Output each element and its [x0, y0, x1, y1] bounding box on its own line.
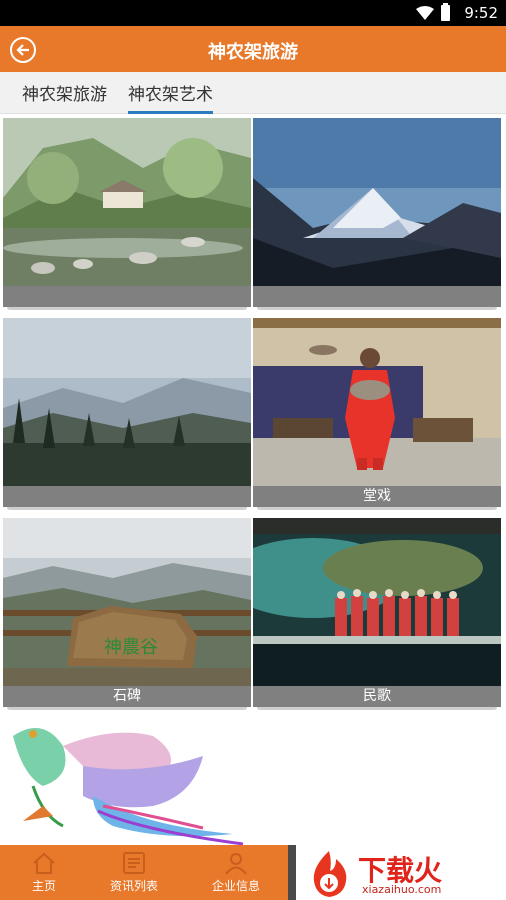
- card-shadow: [257, 507, 497, 510]
- nav-home-label: 主页: [31, 879, 56, 893]
- tab-shennongjia-art[interactable]: 神农架艺术: [128, 80, 213, 114]
- tab-bar: 神农架旅游 神农架艺术: [0, 72, 506, 114]
- gallery-caption: 堂戏: [253, 486, 501, 507]
- page-title: 神农架旅游: [208, 42, 298, 63]
- phoenix-artwork-image: [3, 716, 251, 846]
- gallery-item[interactable]: [3, 318, 251, 510]
- nav-news-list[interactable]: 资讯列表: [100, 845, 168, 900]
- home-icon: [33, 852, 55, 874]
- flame-logo-icon: [313, 851, 347, 897]
- gallery-caption: [3, 286, 251, 307]
- watermark-url: xiazaihuo.com: [362, 883, 442, 896]
- folk-song-stage-image: [253, 518, 501, 686]
- gallery-item[interactable]: 堂戏: [253, 318, 501, 510]
- title-bar: 神农架旅游: [0, 26, 506, 72]
- card-shadow: [257, 307, 497, 310]
- gallery-caption: [3, 486, 251, 507]
- status-bar: 9:52: [0, 0, 506, 26]
- gallery-caption: 石碑: [3, 686, 251, 707]
- card-shadow: [7, 707, 247, 710]
- stone-tablet-image: 神農谷: [3, 518, 251, 686]
- person-icon: [225, 853, 247, 875]
- status-time: 9:52: [464, 4, 498, 22]
- gallery-item[interactable]: 民歌: [253, 518, 501, 710]
- watermark-logo: 下载火 xiazaihuo.com: [296, 845, 506, 900]
- nav-company-info[interactable]: 企业信息: [205, 845, 267, 900]
- misty-forest-image: [3, 318, 251, 486]
- nav-company-info-label: 企业信息: [211, 879, 260, 893]
- nav-separator: [288, 845, 296, 900]
- nav-home[interactable]: 主页: [18, 845, 70, 900]
- gallery-item[interactable]: [3, 716, 251, 846]
- gallery-item[interactable]: 神農谷 石碑: [3, 518, 251, 710]
- nav-news-list-label: 资讯列表: [109, 879, 158, 893]
- tab-shennongjia-travel[interactable]: 神农架旅游: [22, 80, 107, 114]
- landscape-painting-image: [3, 118, 251, 286]
- stone-inscription: 神農谷: [104, 637, 158, 658]
- wifi-icon: [416, 6, 434, 20]
- snowy-mountain-image: [253, 118, 501, 286]
- gallery-item[interactable]: [253, 118, 501, 310]
- news-list-icon: [123, 852, 145, 874]
- card-shadow: [7, 507, 247, 510]
- gallery-caption: 民歌: [253, 686, 501, 707]
- card-shadow: [257, 707, 497, 710]
- battery-icon: [441, 3, 450, 21]
- opera-performer-image: [253, 318, 501, 486]
- gallery-item[interactable]: [3, 118, 251, 310]
- gallery-caption: [253, 286, 501, 307]
- card-shadow: [7, 307, 247, 310]
